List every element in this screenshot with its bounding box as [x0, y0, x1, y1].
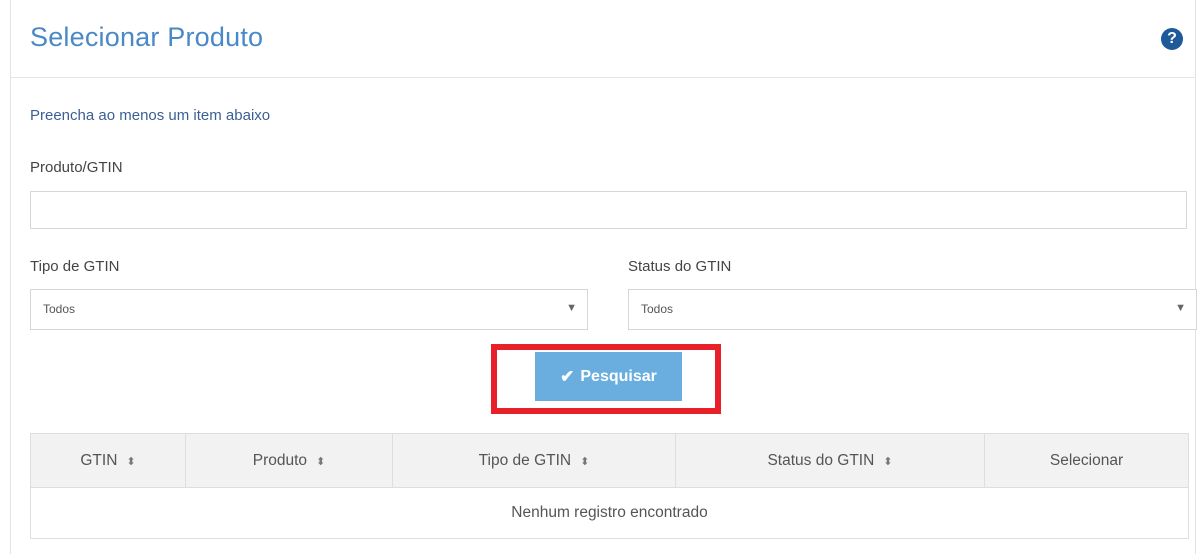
- tipo-gtin-label: Tipo de GTIN: [30, 258, 120, 275]
- question-circle-icon[interactable]: ?: [1161, 28, 1183, 50]
- triangle-down-icon: ▼: [566, 302, 577, 314]
- status-gtin-select[interactable]: Todos ▼: [628, 289, 1197, 330]
- table-header-row: GTIN ⬍ Produto ⬍ Tipo de GTIN ⬍ Status do G…: [30, 433, 1189, 488]
- produto-gtin-input[interactable]: [30, 191, 1187, 229]
- column-header-tipo-gtin[interactable]: Tipo de GTIN ⬍: [392, 433, 676, 488]
- sort-icon: ⬍: [316, 455, 326, 468]
- column-header-label: Status do GTIN: [767, 451, 875, 469]
- search-button-label: Pesquisar: [580, 367, 657, 385]
- column-header-label: Selecionar: [1049, 451, 1124, 469]
- tipo-gtin-selected-value: Todos: [43, 302, 76, 316]
- select-product-panel: Selecionar Produto ? Preencha ao menos u…: [10, 0, 1197, 554]
- table-row: Nenhum registro encontrado: [30, 487, 1189, 539]
- form-hint: Preencha ao menos um item abaixo: [30, 107, 271, 124]
- results-table: GTIN ⬍ Produto ⬍ Tipo de GTIN ⬍ Status do G…: [30, 433, 1189, 539]
- column-header-selecionar: Selecionar: [984, 433, 1189, 488]
- column-header-status-gtin[interactable]: Status do GTIN ⬍: [675, 433, 985, 488]
- column-header-label: Tipo de GTIN: [478, 451, 572, 469]
- column-header-label: GTIN: [80, 451, 118, 469]
- produto-gtin-label: Produto/GTIN: [30, 159, 123, 176]
- search-button[interactable]: ✔ Pesquisar: [535, 352, 682, 401]
- panel-header: Selecionar Produto ?: [11, 0, 1195, 78]
- sort-icon: ⬍: [883, 455, 893, 468]
- triangle-down-icon: ▼: [1175, 302, 1186, 314]
- page-title: Selecionar Produto: [30, 22, 264, 52]
- tipo-gtin-select[interactable]: Todos ▼: [30, 289, 588, 330]
- column-header-produto[interactable]: Produto ⬍: [185, 433, 393, 488]
- sort-icon: ⬍: [580, 455, 590, 468]
- status-gtin-selected-value: Todos: [641, 302, 674, 316]
- column-header-label: Produto: [252, 451, 308, 469]
- column-header-gtin[interactable]: GTIN ⬍: [30, 433, 186, 488]
- empty-message: Nenhum registro encontrado: [30, 487, 1189, 539]
- sort-icon: ⬍: [126, 455, 136, 468]
- check-icon: ✔: [560, 366, 575, 386]
- status-gtin-label: Status do GTIN: [628, 258, 732, 275]
